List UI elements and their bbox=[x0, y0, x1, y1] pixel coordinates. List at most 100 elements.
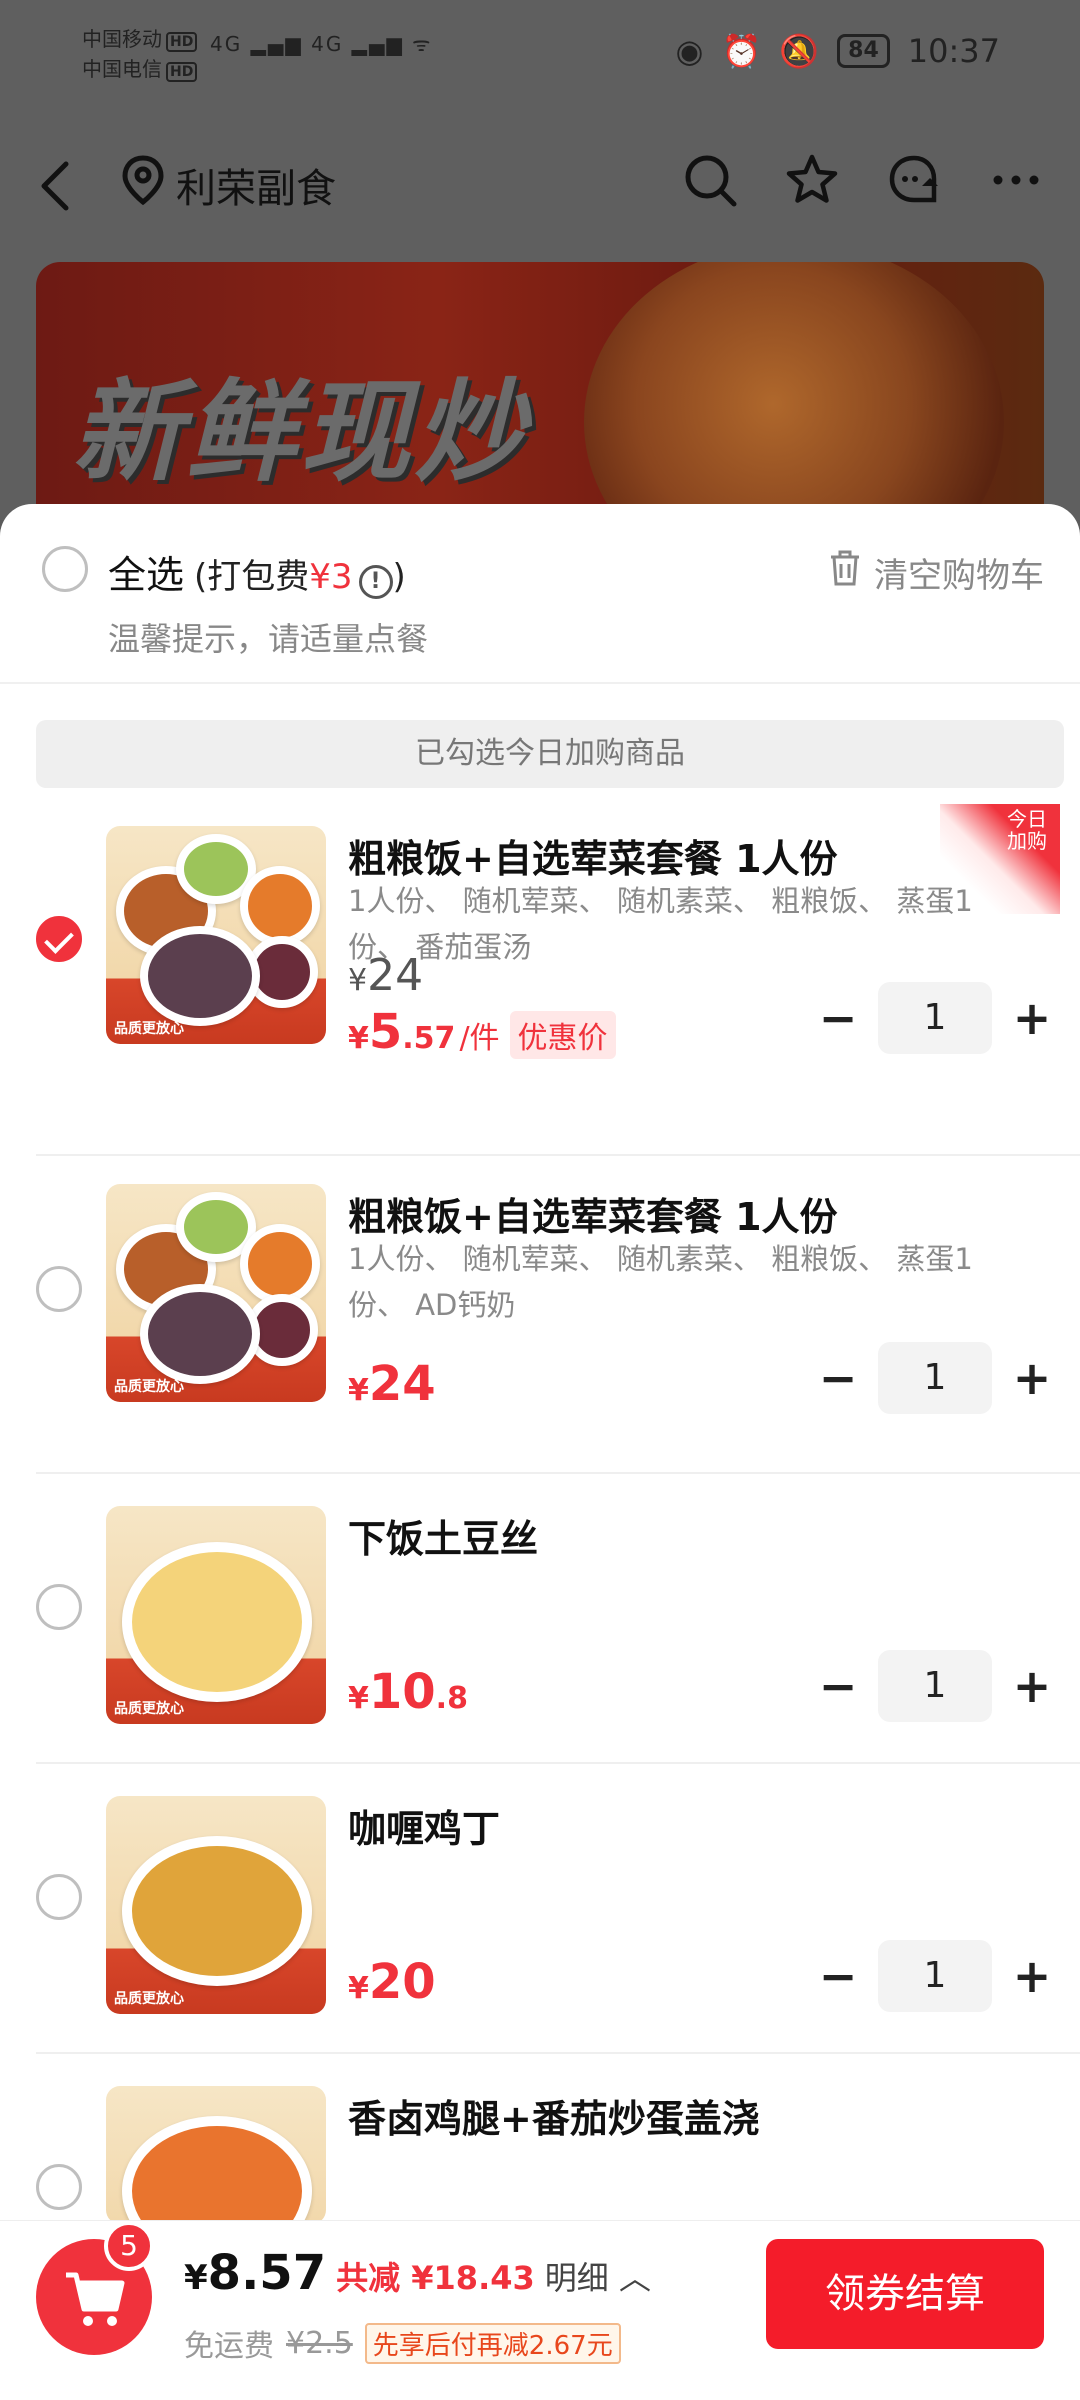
quantity-value[interactable]: 1 bbox=[878, 1940, 992, 2012]
carrier-1: 中国移动 bbox=[82, 27, 162, 51]
detail-button[interactable]: 明细 ︿ bbox=[545, 2253, 651, 2299]
decrease-button[interactable]: − bbox=[818, 991, 858, 1045]
select-all-label-group[interactable]: 全选 (打包费¥3!) bbox=[108, 544, 406, 599]
plate-image bbox=[140, 926, 260, 1026]
item-checkbox[interactable] bbox=[36, 1266, 82, 1312]
delivery-fee-row: 免运费 ¥2.5 先享后付再减2.67元 bbox=[184, 2321, 621, 2365]
total-summary: ¥8.57 共减 ¥18.43 明细 ︿ bbox=[184, 2245, 651, 2301]
item-desc: 1人份、 随机荤菜、 随机素菜、 粗粮饭、 蒸蛋1份、 AD钙奶 bbox=[348, 1242, 973, 1322]
detail-label: 明细 bbox=[544, 2259, 609, 2297]
mute-icon: 🔕 bbox=[779, 32, 820, 70]
tip-text: 温馨提示，请适量点餐 bbox=[108, 620, 429, 658]
cart-item: 品质更放心 今日加购 粗粮饭+自选荤菜套餐 1人份 1人份、 随机荤菜、 随机素… bbox=[36, 804, 1080, 1156]
original-price-value: 24 bbox=[367, 950, 424, 1001]
increase-button[interactable]: + bbox=[1012, 1659, 1052, 1713]
item-checkbox[interactable] bbox=[36, 1584, 82, 1630]
price-dec: .8 bbox=[435, 1681, 468, 1716]
cart-count-badge: 5 bbox=[104, 2221, 154, 2271]
hd-badge: HD bbox=[166, 62, 198, 82]
cart-item: 品质更放心 下饭土豆丝 ¥10.8 − 1 + bbox=[36, 1474, 1080, 1764]
yen-sign: ¥ bbox=[348, 1971, 369, 2006]
item-name: 粗粮饭+自选荤菜套餐 1人份 bbox=[348, 837, 838, 881]
brand-mark: 品质更放心 bbox=[114, 1991, 184, 2007]
checkout-button[interactable]: 领券结算 bbox=[766, 2239, 1044, 2349]
network-type: 4G bbox=[210, 32, 243, 56]
customer-service-icon[interactable] bbox=[886, 152, 942, 208]
item-name: 香卤鸡腿+番茄炒蛋盖浇 bbox=[348, 2097, 760, 2141]
total-value: 8.57 bbox=[207, 2245, 327, 2301]
increase-button[interactable]: + bbox=[1012, 1949, 1052, 2003]
item-name: 粗粮饭+自选荤菜套餐 1人份 bbox=[348, 1195, 838, 1239]
status-bar: 中国移动 HD 中国电信 HD 4G ▂▄▆ 4G ▂▄▆ ᯤ ◉ ⏰ 🔕 84 1… bbox=[0, 0, 1080, 110]
status-right: ◉ ⏰ 🔕 84 10:37 bbox=[676, 32, 1000, 70]
network-type: 4G bbox=[311, 32, 344, 56]
eye-icon: ◉ bbox=[675, 32, 704, 70]
item-image[interactable]: 品质更放心 bbox=[106, 1184, 326, 1402]
battery-indicator: 84 bbox=[837, 34, 890, 68]
carrier-info: 中国移动 HD 中国电信 HD bbox=[82, 24, 198, 84]
brand-mark: 品质更放心 bbox=[114, 1021, 184, 1037]
item-image[interactable]: 品质更放心 bbox=[106, 1506, 326, 1724]
discount-label: 共减 bbox=[336, 2259, 401, 2297]
signal-icon: 4G ▂▄▆ 4G ▂▄▆ ᯤ bbox=[210, 32, 433, 56]
delivery-old-fee: ¥2.5 bbox=[286, 2325, 353, 2361]
quantity-value[interactable]: 1 bbox=[878, 1342, 992, 1414]
increase-button[interactable]: + bbox=[1012, 1351, 1052, 1405]
section-title: 已勾选今日加购商品 bbox=[36, 720, 1064, 788]
location-pin-icon bbox=[120, 154, 166, 216]
item-price: ¥10.8 bbox=[348, 1664, 468, 1720]
price-dec: .57 bbox=[402, 1021, 456, 1056]
item-image[interactable]: 品质更放心 bbox=[106, 1796, 326, 2014]
packing-fee-prefix: (打包费 bbox=[194, 557, 310, 597]
item-checkbox[interactable] bbox=[36, 916, 82, 962]
item-image[interactable] bbox=[106, 2086, 326, 2224]
select-all-label: 全选 bbox=[108, 553, 185, 597]
info-icon[interactable]: ! bbox=[358, 565, 393, 599]
clock: 10:37 bbox=[907, 32, 1000, 70]
clear-cart-button[interactable]: 清空购物车 bbox=[828, 548, 1044, 597]
pay-later-badge[interactable]: 先享后付再减2.67元 bbox=[364, 2322, 621, 2364]
item-image[interactable]: 品质更放心 bbox=[106, 826, 326, 1044]
quantity-value[interactable]: 1 bbox=[878, 982, 992, 1054]
packing-fee: (打包费¥3!) bbox=[194, 549, 406, 599]
yen-sign: ¥ bbox=[348, 1021, 369, 1056]
quantity-stepper: − 1 + bbox=[818, 1342, 1052, 1414]
quantity-stepper: − 1 + bbox=[818, 982, 1052, 1054]
nav-actions bbox=[682, 152, 1044, 208]
discount-value: ¥18.43 bbox=[411, 2259, 535, 2297]
store-title[interactable]: 利荣副食 bbox=[120, 154, 336, 216]
yen-sign: ¥ bbox=[348, 963, 368, 998]
item-price: ¥24 bbox=[348, 1356, 436, 1412]
more-icon[interactable] bbox=[988, 152, 1044, 208]
cart-header: 全选 (打包费¥3!) 清空购物车 温馨提示，请适量点餐 bbox=[0, 504, 1080, 684]
cart-icon bbox=[62, 2269, 128, 2333]
item-checkbox[interactable] bbox=[36, 2164, 82, 2210]
decrease-button[interactable]: − bbox=[818, 1659, 858, 1713]
cart-item: 品质更放心 粗粮饭+自选荤菜套餐 1人份 1人份、 随机荤菜、 随机素菜、 粗粮… bbox=[36, 1156, 1080, 1474]
banner-text: 新鲜现炒 bbox=[72, 368, 528, 496]
item-name: 咖喱鸡丁 bbox=[348, 1807, 501, 1851]
item-price: ¥5.57/件 优惠价 bbox=[348, 1004, 616, 1060]
background-page: 中国移动 HD 中国电信 HD 4G ▂▄▆ 4G ▂▄▆ ᯤ ◉ ⏰ 🔕 84 1… bbox=[0, 0, 1080, 562]
plate-image bbox=[122, 1836, 312, 1986]
decrease-button[interactable]: − bbox=[818, 1949, 858, 2003]
price-int: 5 bbox=[368, 1004, 403, 1060]
price-int: 24 bbox=[368, 1356, 436, 1412]
back-icon[interactable] bbox=[36, 158, 76, 214]
packing-fee-value: ¥3 bbox=[309, 557, 353, 597]
plate-image bbox=[240, 866, 320, 946]
item-name: 下饭土豆丝 bbox=[348, 1517, 539, 1561]
search-icon[interactable] bbox=[682, 152, 738, 208]
cart-item: 香卤鸡腿+番茄炒蛋盖浇 bbox=[36, 2054, 1080, 2224]
item-price: ¥20 bbox=[348, 1954, 436, 2010]
store-name: 利荣副食 bbox=[176, 166, 336, 212]
total-amount: ¥8.57 bbox=[184, 2245, 326, 2301]
increase-button[interactable]: + bbox=[1012, 991, 1052, 1045]
quantity-value[interactable]: 1 bbox=[878, 1650, 992, 1722]
cart-item: 品质更放心 咖喱鸡丁 ¥20 − 1 + bbox=[36, 1764, 1080, 2054]
item-original-price: ¥24 bbox=[348, 950, 423, 1001]
select-all-checkbox[interactable] bbox=[42, 546, 88, 592]
item-checkbox[interactable] bbox=[36, 1874, 82, 1920]
star-icon[interactable] bbox=[784, 152, 840, 208]
decrease-button[interactable]: − bbox=[818, 1351, 858, 1405]
